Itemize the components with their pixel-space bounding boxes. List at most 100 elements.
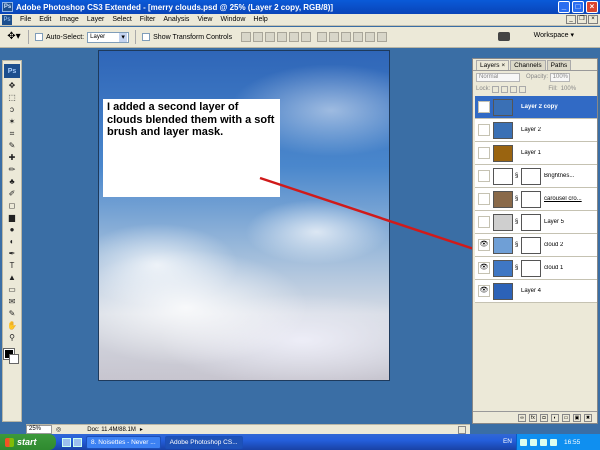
layer-name[interactable]: Layer 2 — [521, 127, 541, 133]
layer-mask-thumbnail[interactable] — [521, 259, 541, 277]
quick-launch-ie-icon[interactable] — [62, 437, 71, 447]
lock-pixels-icon[interactable] — [501, 85, 509, 93]
fill-input[interactable]: 100% — [561, 86, 576, 92]
menu-image[interactable]: Image — [55, 16, 82, 23]
type-icon[interactable]: T — [5, 261, 19, 271]
layer-thumbnail[interactable] — [493, 144, 513, 162]
color-swatches[interactable] — [3, 348, 20, 365]
distribute-left-icon[interactable] — [353, 32, 364, 42]
layer-mask-thumbnail[interactable] — [521, 167, 541, 185]
layer-mask-thumbnail[interactable] — [521, 213, 541, 231]
tray-icon-2[interactable] — [530, 438, 537, 446]
layer-row[interactable]: § Brightnes... — [475, 165, 597, 188]
visibility-eye-icon[interactable] — [478, 193, 490, 205]
healing-icon[interactable]: ✚ — [5, 153, 19, 163]
layer-row[interactable]: Layer 2 copy — [475, 96, 597, 119]
clone-stamp-icon[interactable]: ♣ — [5, 177, 19, 187]
layer-name[interactable]: Layer 2 copy — [521, 104, 558, 110]
history-brush-icon[interactable]: ✐ — [5, 189, 19, 199]
layer-row[interactable]: 👁 Layer 4 — [475, 280, 597, 303]
align-top-icon[interactable] — [241, 32, 252, 42]
quick-launch-desktop-icon[interactable] — [73, 437, 82, 447]
blend-mode-select[interactable]: Normal — [476, 72, 520, 82]
tray-icon-4[interactable] — [550, 438, 557, 446]
layer-name[interactable]: cloud 2 — [544, 242, 563, 248]
move-tool-icon[interactable]: ✥▾ — [6, 30, 22, 44]
layer-row[interactable]: § carousel cro... — [475, 188, 597, 211]
start-button[interactable]: start — [0, 434, 56, 450]
layer-name[interactable]: Layer 5 — [544, 219, 564, 225]
distribute-top-icon[interactable] — [317, 32, 328, 42]
language-indicator[interactable]: EN — [503, 438, 512, 445]
adjustment-thumbnail[interactable] — [493, 167, 513, 185]
layer-row[interactable]: 👁 § cloud 2 — [475, 234, 597, 257]
menu-select[interactable]: Select — [108, 16, 135, 23]
close-button[interactable]: × — [586, 1, 598, 13]
auto-select-dropdown[interactable]: Layer — [87, 31, 130, 43]
layer-name[interactable]: cloud 1 — [544, 265, 563, 271]
layer-row[interactable]: § Layer 5 — [475, 211, 597, 234]
layer-row[interactable]: Layer 2 — [475, 119, 597, 142]
align-vcenter-icon[interactable] — [253, 32, 264, 42]
mask-link-icon[interactable]: § — [515, 265, 520, 271]
opacity-input[interactable]: 100% — [550, 72, 571, 82]
tab-paths[interactable]: Paths — [546, 60, 572, 70]
layer-thumbnail[interactable] — [493, 259, 513, 277]
layer-name[interactable]: Layer 4 — [521, 288, 541, 294]
menu-edit[interactable]: Edit — [35, 16, 55, 23]
magic-wand-icon[interactable]: ✶ — [5, 117, 19, 127]
tab-channels[interactable]: Channels — [510, 60, 546, 70]
menu-filter[interactable]: Filter — [136, 16, 160, 23]
distribute-bottom-icon[interactable] — [341, 32, 352, 42]
mask-link-icon[interactable]: § — [515, 219, 520, 225]
layer-name[interactable]: Layer 1 — [521, 150, 541, 156]
workspace-menu[interactable]: Workspace ▾ — [534, 31, 574, 39]
layer-thumbnail[interactable] — [493, 236, 513, 254]
distribute-vcenter-icon[interactable] — [329, 32, 340, 42]
menu-window[interactable]: Window — [216, 16, 249, 23]
taskbar-item-photoshop[interactable]: Adobe Photoshop CS... — [164, 435, 243, 449]
layer-name[interactable]: carousel cro... — [544, 196, 582, 202]
menu-analysis[interactable]: Analysis — [159, 16, 193, 23]
menu-layer[interactable]: Layer — [83, 16, 109, 23]
new-group-icon[interactable]: ▭ — [562, 413, 570, 422]
status-arrow-icon[interactable]: ▸ — [140, 426, 143, 433]
dodge-icon[interactable]: ◐ — [5, 237, 19, 247]
minimize-button[interactable]: _ — [558, 1, 570, 13]
layer-name[interactable]: Brightnes... — [544, 173, 574, 179]
lasso-icon[interactable]: ↄ — [5, 105, 19, 115]
background-color[interactable] — [9, 354, 19, 364]
distribute-right-icon[interactable] — [377, 32, 388, 42]
pen-icon[interactable]: ✒ — [5, 249, 19, 259]
layer-thumbnail[interactable] — [493, 213, 513, 231]
mask-link-icon[interactable]: § — [515, 242, 520, 248]
delete-layer-icon[interactable]: ✖ — [584, 413, 592, 422]
layer-thumbnail[interactable] — [493, 121, 513, 139]
align-hcenter-icon[interactable] — [289, 32, 300, 42]
crop-icon[interactable]: ⌗ — [5, 129, 19, 139]
tray-icon-1[interactable] — [520, 438, 527, 446]
mask-link-icon[interactable]: § — [515, 196, 520, 202]
eyedropper2-icon[interactable]: ✎ — [5, 309, 19, 319]
adjustment-layer-icon[interactable]: ◐ — [551, 413, 559, 422]
tab-layers[interactable]: Layers × — [476, 60, 510, 70]
menu-file[interactable]: File — [16, 16, 35, 23]
blur-icon[interactable]: ● — [5, 225, 19, 235]
shape-icon[interactable]: ▭ — [5, 285, 19, 295]
eyedropper-icon[interactable]: ✎ — [5, 141, 19, 151]
move-icon[interactable]: ✥ — [5, 81, 19, 91]
status-icon[interactable]: ◎ — [56, 426, 61, 433]
lock-all-icon[interactable] — [519, 85, 527, 93]
gradient-icon[interactable]: ▆ — [5, 213, 19, 223]
brush-icon[interactable]: ✏ — [5, 165, 19, 175]
lock-position-icon[interactable] — [510, 85, 518, 93]
visibility-eye-icon[interactable]: 👁 — [478, 285, 490, 297]
layer-thumbnail[interactable] — [493, 98, 513, 116]
visibility-eye-icon[interactable] — [478, 101, 490, 113]
mask-link-icon[interactable]: § — [515, 173, 520, 179]
zoom-icon[interactable]: ⚲ — [5, 333, 19, 343]
layer-style-icon[interactable]: fx — [529, 413, 537, 422]
maximize-button[interactable]: □ — [572, 1, 584, 13]
doc-restore-button[interactable]: ❐ — [577, 15, 587, 24]
visibility-eye-icon[interactable] — [478, 216, 490, 228]
